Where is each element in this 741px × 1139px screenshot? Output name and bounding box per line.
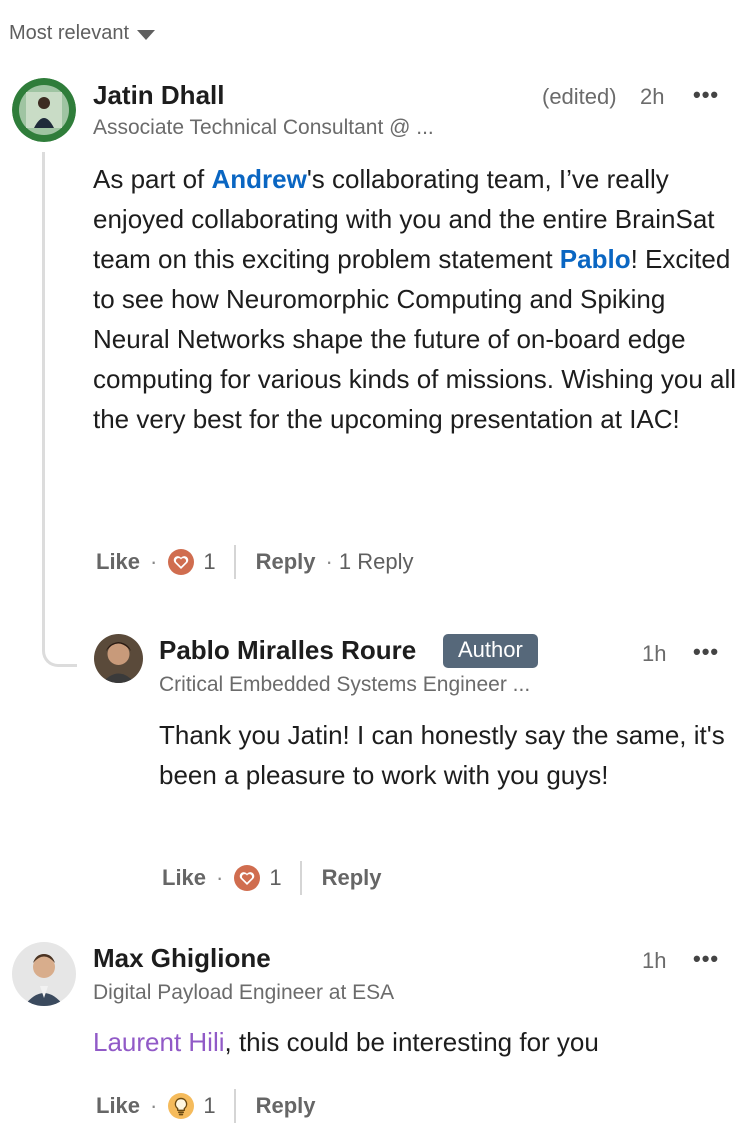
comment-text: , this could be interesting for you bbox=[224, 1027, 599, 1057]
reaction-count[interactable]: 1 bbox=[203, 549, 215, 575]
lightbulb-icon[interactable] bbox=[167, 1092, 195, 1120]
avatar[interactable] bbox=[12, 78, 76, 142]
reply-button[interactable]: Reply bbox=[256, 549, 316, 575]
mention-link[interactable]: Andrew bbox=[212, 164, 307, 194]
comment-time: 1h bbox=[642, 948, 667, 973]
avatar[interactable] bbox=[94, 634, 143, 683]
comment-author-headline: Critical Embedded Systems Engineer ... bbox=[159, 673, 531, 696]
comment-body: Laurent Hili, this could be interesting … bbox=[93, 1022, 738, 1062]
avatar[interactable] bbox=[12, 942, 76, 1006]
comment-time: 1h bbox=[642, 641, 667, 666]
reaction-count[interactable]: 1 bbox=[203, 1093, 215, 1119]
mention-link[interactable]: Laurent Hili bbox=[93, 1027, 225, 1057]
heart-icon[interactable] bbox=[233, 864, 261, 892]
action-divider bbox=[299, 861, 302, 895]
replies-count-link[interactable]: 1 Reply bbox=[339, 549, 414, 575]
comment-author-name[interactable]: Pablo Miralles Roure bbox=[159, 635, 416, 666]
like-button[interactable]: Like bbox=[162, 865, 206, 891]
thread-line bbox=[42, 152, 77, 667]
more-options-icon[interactable]: ••• bbox=[693, 639, 719, 665]
comment-author-headline: Digital Payload Engineer at ESA bbox=[93, 981, 395, 1004]
reply-button[interactable]: Reply bbox=[256, 1093, 316, 1119]
heart-icon[interactable] bbox=[167, 548, 195, 576]
edited-label: (edited) bbox=[542, 84, 617, 109]
caret-down-icon bbox=[137, 29, 156, 40]
action-divider bbox=[233, 545, 236, 579]
comment-body: Thank you Jatin! I can honestly say the … bbox=[159, 720, 725, 790]
comment-author-headline: Associate Technical Consultant @ ... bbox=[93, 116, 434, 139]
comment-actions: Like · 1 Reply · 1 Reply bbox=[96, 542, 413, 582]
like-button[interactable]: Like bbox=[96, 549, 140, 575]
comment-body: As part of Andrew's collaborating team, … bbox=[93, 159, 738, 439]
comment-actions: Like · 1 Reply bbox=[96, 1086, 316, 1126]
reply-button[interactable]: Reply bbox=[322, 865, 382, 891]
comment-author-name[interactable]: Max Ghiglione bbox=[93, 943, 271, 974]
separator-dot: · bbox=[216, 865, 224, 890]
more-options-icon[interactable]: ••• bbox=[693, 82, 719, 108]
sort-label: Most relevant bbox=[9, 22, 130, 44]
mention-link[interactable]: Pablo bbox=[560, 244, 631, 274]
reaction-count[interactable]: 1 bbox=[269, 865, 281, 891]
comment-text: As part of bbox=[93, 164, 212, 194]
separator-dot: · bbox=[150, 549, 158, 574]
separator-dot: · bbox=[150, 1093, 158, 1118]
comment-actions: Like · 1 Reply bbox=[162, 858, 382, 898]
like-button[interactable]: Like bbox=[96, 1093, 140, 1119]
author-badge: Author bbox=[443, 634, 538, 668]
more-options-icon[interactable]: ••• bbox=[693, 946, 719, 972]
sort-dropdown[interactable]: Most relevant bbox=[9, 22, 156, 45]
separator-dot: · bbox=[325, 549, 333, 574]
comment-author-name[interactable]: Jatin Dhall bbox=[93, 80, 224, 111]
comment-time: 2h bbox=[640, 84, 665, 109]
action-divider bbox=[233, 1089, 236, 1123]
